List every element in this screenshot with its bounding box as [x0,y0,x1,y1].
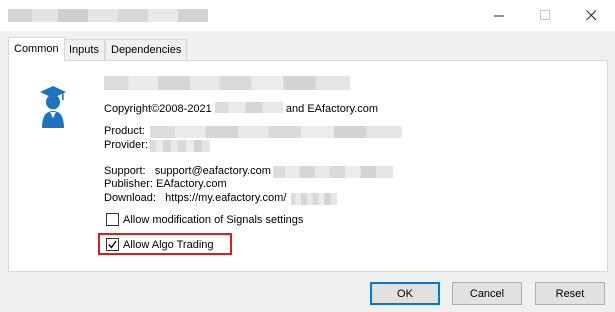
tab-inputs[interactable]: Inputs [63,39,105,60]
redacted-product-value [150,126,402,138]
copyright-line: Copyright©2008-2021 and EAfactory.com [104,102,378,115]
maximize-button[interactable] [522,0,568,31]
minimize-icon [493,15,504,17]
allow-signals-label: Allow modification of Signals settings [123,213,304,226]
tab-common[interactable]: Common [8,37,65,61]
download-label: Download: [104,192,156,204]
close-button[interactable] [568,0,614,31]
maximize-icon [539,10,550,20]
provider-label: Provider: [104,139,149,151]
copyright-prefix: Copyright©2008-2021 [104,103,212,115]
title-bar [0,0,615,31]
product-label: Product: [104,125,145,137]
support-line: Support: support@eafactory.com [104,165,271,177]
minimize-button[interactable] [476,0,522,31]
allow-signals-option[interactable]: Allow modification of Signals settings [106,213,303,226]
tab-dependencies[interactable]: Dependencies [105,39,188,60]
redacted-author [214,102,283,113]
redacted-product-name [104,76,350,90]
download-link[interactable]: https://my.eafactory.com/ [165,192,286,204]
allow-signals-checkbox[interactable] [106,213,119,226]
expert-advisor-icon [40,86,66,128]
publisher-value: EAfactory.com [155,178,227,190]
close-icon [585,10,596,21]
highlight-frame [98,233,232,255]
publisher-label: Publisher: [104,178,153,190]
common-panel: Copyright©2008-2021 and EAfactory.com Pr… [8,60,608,272]
reset-button[interactable]: Reset [535,282,605,305]
support-label: Support: [104,165,146,177]
ok-button[interactable]: OK [370,282,440,305]
copyright-suffix: and EAfactory.com [285,103,379,115]
download-line: Download: https://my.eafactory.com/ [104,192,286,204]
publisher-line: Publisher: EAfactory.com [104,178,227,190]
cancel-button[interactable]: Cancel [452,282,522,305]
redacted-download-path [291,193,337,205]
redacted-support-extra [273,166,393,178]
support-email: support@eafactory.com [154,165,271,177]
redacted-window-title [8,9,208,22]
redacted-provider-value [150,140,210,152]
